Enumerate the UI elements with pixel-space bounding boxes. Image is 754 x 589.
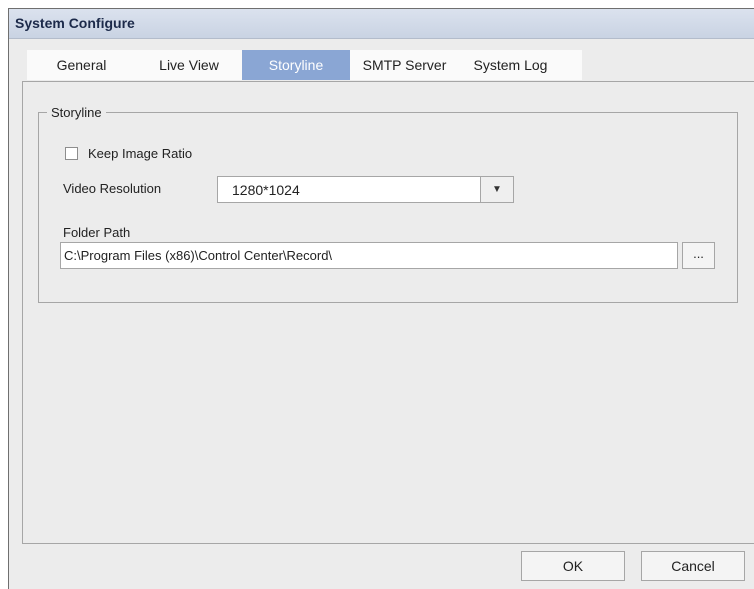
keep-image-ratio-label: Keep Image Ratio — [88, 146, 193, 161]
dialog-title: System Configure — [15, 15, 135, 31]
video-resolution-label: Video Resolution — [63, 181, 162, 196]
tab-bar: General Live View Storyline SMTP Server … — [27, 50, 582, 80]
tab-system-log[interactable]: System Log — [459, 50, 562, 80]
tab-smtp-server[interactable]: SMTP Server — [350, 50, 459, 80]
storyline-panel: Storyline Keep Image Ratio Video Resolut… — [22, 81, 754, 544]
ok-button[interactable]: OK — [521, 551, 625, 581]
tab-general[interactable]: General — [27, 50, 136, 80]
browse-button[interactable]: ... — [682, 242, 715, 269]
storyline-group-label: Storyline — [51, 105, 102, 120]
folder-path-input[interactable]: C:\Program Files (x86)\Control Center\Re… — [60, 242, 678, 269]
tab-storyline[interactable]: Storyline — [242, 50, 350, 80]
tab-live-view[interactable]: Live View — [136, 50, 242, 80]
title-bar: System Configure — [9, 9, 754, 39]
folder-path-label: Folder Path — [63, 225, 131, 240]
video-resolution-select[interactable]: 1280*1024 ▼ — [217, 176, 514, 203]
storyline-group: Storyline — [38, 105, 738, 303]
system-configure-dialog: System Configure General Live View Story… — [8, 8, 754, 589]
keep-image-ratio-checkbox[interactable] — [65, 147, 78, 160]
video-resolution-value: 1280*1024 — [232, 182, 300, 198]
dropdown-button[interactable]: ▼ — [480, 177, 513, 202]
caret-down-icon: ▼ — [492, 184, 502, 195]
cancel-button[interactable]: Cancel — [641, 551, 745, 581]
